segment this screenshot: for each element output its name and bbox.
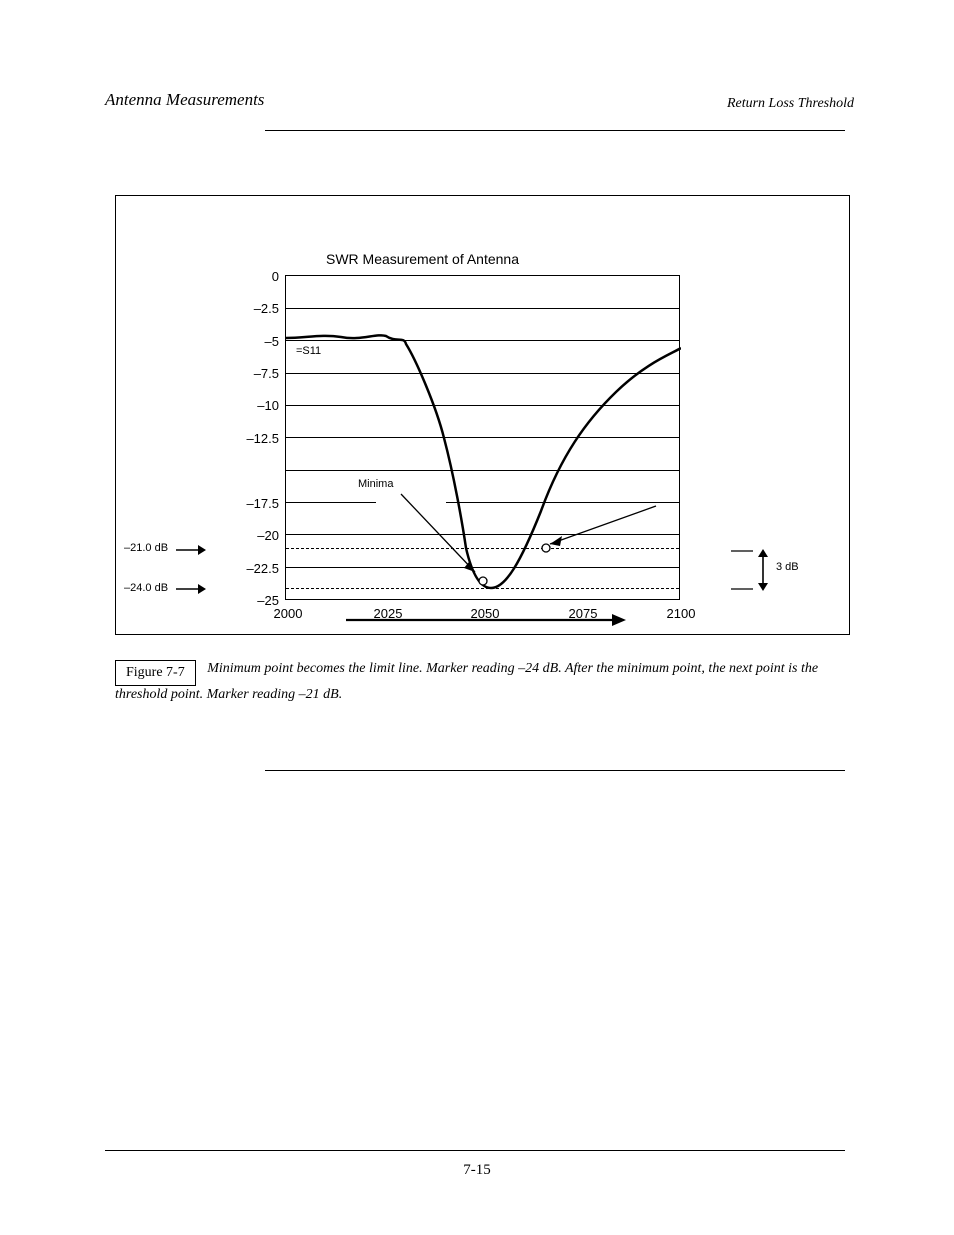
ytick-4: –10 bbox=[234, 398, 279, 413]
minima-label: Minima bbox=[358, 478, 393, 490]
ytick-1: –2.5 bbox=[234, 301, 279, 316]
marker-threshold bbox=[542, 544, 550, 552]
figure-caption-text: Minimum point becomes the limit line. Ma… bbox=[115, 661, 818, 702]
chart-title: SWR Measurement of Antenna bbox=[326, 251, 519, 267]
ytick-9: –22.5 bbox=[234, 561, 279, 576]
ytick-7: –17.5 bbox=[234, 496, 279, 511]
figure-label: Figure 7-7 bbox=[115, 660, 196, 686]
page: Antenna Measurements Return Loss Thresho… bbox=[0, 0, 954, 1235]
ytick-2: –5 bbox=[234, 334, 279, 349]
arrow-limit-low bbox=[176, 582, 206, 596]
ytick-3: –7.5 bbox=[234, 366, 279, 381]
s11-label: =S11 bbox=[296, 345, 321, 357]
page-number: 7-15 bbox=[0, 1162, 954, 1179]
running-head-chapter: Antenna Measurements bbox=[105, 90, 264, 110]
ytick-8: –20 bbox=[234, 528, 279, 543]
arrow-limit-high bbox=[176, 543, 206, 557]
sweep-arrow bbox=[346, 612, 626, 628]
limit-low-label: –24.0 dB bbox=[124, 582, 168, 594]
marker-minima bbox=[479, 577, 487, 585]
ytick-5: –12.5 bbox=[234, 431, 279, 446]
ytick-0: 0 bbox=[234, 269, 279, 284]
rule-top bbox=[265, 130, 845, 131]
chart-svg bbox=[286, 276, 681, 601]
trace bbox=[286, 335, 681, 588]
limit-high-label: –21.0 dB bbox=[124, 542, 168, 554]
three-db-label: 3 dB bbox=[776, 561, 799, 573]
xtick-4: 2100 bbox=[661, 606, 701, 621]
plot-area: Minima =S11 bbox=[285, 275, 680, 600]
rule-mid bbox=[265, 770, 845, 771]
running-head-title: Return Loss Threshold bbox=[727, 96, 854, 112]
bottom-rule bbox=[105, 1150, 845, 1151]
figure-caption: Figure 7-7 Minimum point becomes the lim… bbox=[115, 660, 845, 704]
xtick-0: 2000 bbox=[268, 606, 308, 621]
